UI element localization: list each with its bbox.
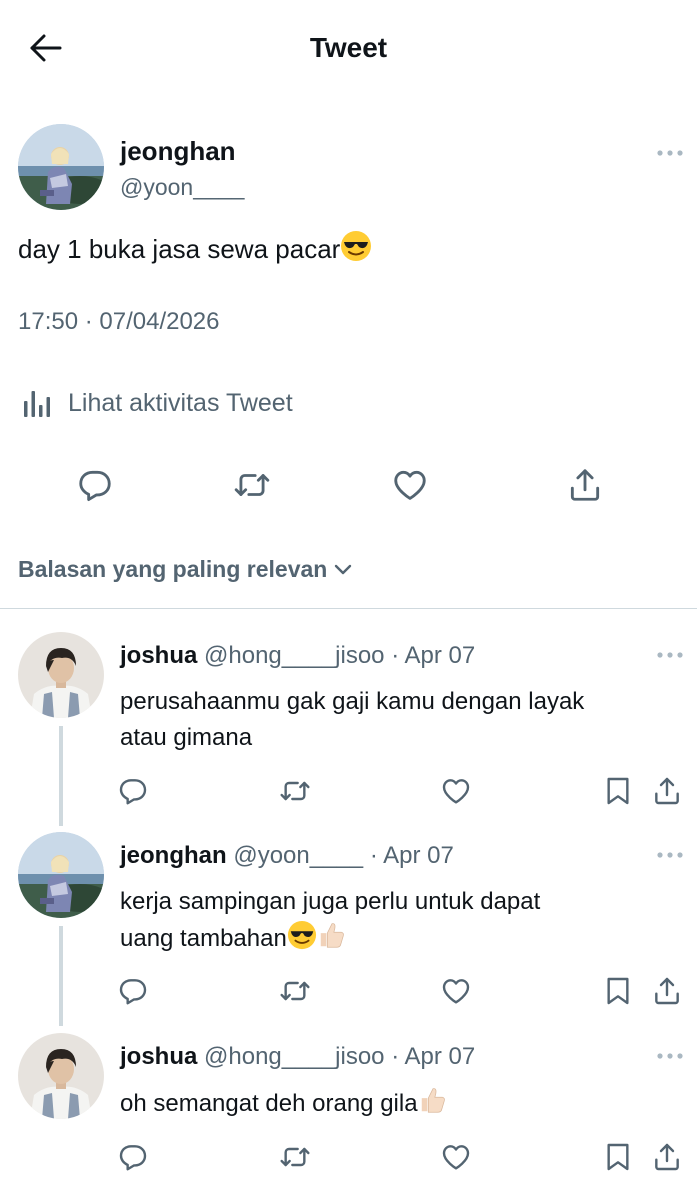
- reply-icon[interactable]: [117, 1141, 149, 1173]
- tweet-text: day 1 buka jasa sewa pacar: [18, 230, 372, 267]
- reply-avatar[interactable]: [18, 832, 104, 918]
- reply-text-line: uang tambahan: [120, 925, 287, 952]
- share-icon[interactable]: [651, 975, 683, 1007]
- sunglasses-emoji: [287, 920, 317, 950]
- bookmark-icon[interactable]: [602, 1141, 634, 1173]
- reply-author-handle[interactable]: @hong____jisoo: [204, 642, 385, 669]
- thumbs-up-emoji: [418, 1085, 448, 1115]
- reply-header: jeonghan @yoon____ · Apr 07: [120, 842, 454, 870]
- retweet-icon[interactable]: [279, 975, 311, 1007]
- more-icon[interactable]: [656, 148, 684, 158]
- reply-text: kerja sampingan juga perlu untuk dapat ua…: [120, 884, 680, 957]
- reply-text: perusahaanmu gak gaji kamu dengan layak a…: [120, 684, 680, 756]
- bookmark-icon[interactable]: [602, 775, 634, 807]
- author-handle[interactable]: @yoon____: [120, 174, 244, 201]
- divider: [0, 608, 697, 609]
- bookmark-icon[interactable]: [602, 975, 634, 1007]
- reply-text-line: perusahaanmu gak gaji kamu dengan layak: [120, 688, 585, 715]
- reply-sort-dropdown[interactable]: Balasan yang paling relevan: [18, 556, 353, 583]
- reply-date: · Apr 07: [391, 1043, 476, 1070]
- reply-author-name[interactable]: joshua: [120, 1043, 197, 1070]
- reply-header: joshua @hong____jisoo · Apr 07: [120, 1043, 475, 1071]
- more-icon[interactable]: [656, 650, 684, 660]
- reply-author-name[interactable]: joshua: [120, 642, 197, 669]
- share-icon[interactable]: [651, 775, 683, 807]
- like-icon[interactable]: [391, 466, 429, 504]
- author-name[interactable]: jeonghan: [120, 136, 236, 167]
- share-icon[interactable]: [566, 466, 604, 504]
- reply-icon[interactable]: [117, 975, 149, 1007]
- chevron-down-icon: [335, 564, 352, 574]
- reply-date: · Apr 07: [369, 842, 454, 869]
- reply-text: oh semangat deh orang gila: [120, 1085, 680, 1122]
- tweet-activity-link[interactable]: Lihat aktivitas Tweet: [22, 383, 293, 423]
- tweet-text-content: day 1 buka jasa sewa pacar: [18, 234, 341, 264]
- reply-date: · Apr 07: [391, 642, 476, 669]
- top-bar: Tweet: [0, 0, 697, 100]
- share-icon[interactable]: [651, 1141, 683, 1173]
- reply-author-handle[interactable]: @hong____jisoo: [204, 1043, 385, 1070]
- like-icon[interactable]: [440, 975, 472, 1007]
- reply-icon[interactable]: [117, 775, 149, 807]
- like-icon[interactable]: [440, 1141, 472, 1173]
- reply-author-name[interactable]: jeonghan: [120, 842, 227, 869]
- retweet-icon[interactable]: [233, 466, 271, 504]
- reply-avatar[interactable]: [18, 632, 104, 718]
- reply-header: joshua @hong____jisoo · Apr 07: [120, 642, 475, 670]
- reply-icon[interactable]: [76, 466, 114, 504]
- tweet-timestamp: 17:50 · 07/04/2026: [18, 308, 220, 335]
- reply-item[interactable]: joshua @hong____jisoo · Apr 07 perusahaa…: [0, 632, 697, 822]
- reply-text-line-with-emoji: uang tambahan: [120, 920, 680, 957]
- page-title: Tweet: [309, 32, 388, 63]
- like-icon[interactable]: [440, 775, 472, 807]
- reply-author-handle[interactable]: @yoon____: [233, 842, 363, 869]
- reply-text-line: oh semangat deh orang gila: [120, 1090, 418, 1117]
- sunglasses-emoji: [340, 230, 372, 262]
- more-icon[interactable]: [656, 850, 684, 860]
- reply-item[interactable]: jeonghan @yoon____ · Apr 07 kerja sampin…: [0, 832, 697, 1022]
- reply-text-line: kerja sampingan juga perlu untuk dapat: [120, 888, 541, 915]
- retweet-icon[interactable]: [279, 1141, 311, 1173]
- reply-text-line: atau gimana: [120, 724, 253, 751]
- author-avatar[interactable]: [18, 124, 104, 210]
- more-icon[interactable]: [656, 1051, 684, 1061]
- retweet-icon[interactable]: [279, 775, 311, 807]
- analytics-icon: [22, 387, 54, 419]
- thumbs-up-emoji: [317, 920, 347, 950]
- activity-label: Lihat aktivitas Tweet: [68, 388, 293, 417]
- reply-avatar[interactable]: [18, 1033, 104, 1119]
- sort-label: Balasan yang paling relevan: [18, 556, 328, 582]
- reply-item[interactable]: joshua @hong____jisoo · Apr 07 oh semang…: [0, 1033, 697, 1193]
